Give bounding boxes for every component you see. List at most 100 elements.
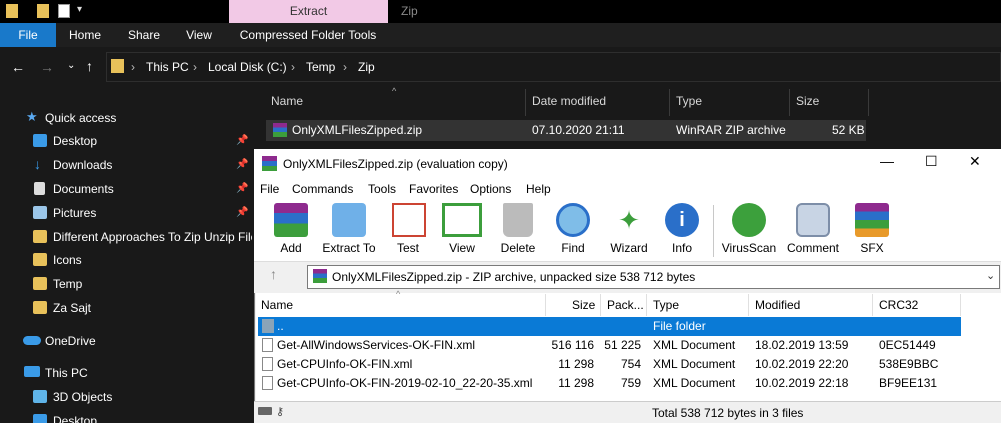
nav-item-downloads[interactable]: ↓ Downloads 📌 (0, 153, 252, 177)
tool-label: Find (561, 241, 585, 255)
row-type: XML Document (653, 376, 736, 390)
nav-item-pc-desktop[interactable]: Desktop (0, 409, 252, 423)
column-divider[interactable] (960, 294, 961, 316)
column-divider[interactable] (525, 89, 526, 116)
nav-item-temp[interactable]: Temp (0, 272, 252, 296)
column-header-packed[interactable]: Pack... (607, 298, 644, 312)
properties-icon[interactable] (58, 4, 70, 18)
column-divider[interactable] (868, 89, 869, 116)
tool-virusscan[interactable]: VirusScan (719, 203, 779, 259)
folder-icon[interactable] (6, 4, 18, 18)
info-icon: i (665, 203, 699, 237)
folder-icon[interactable] (37, 4, 49, 18)
tab-file[interactable]: File (0, 23, 56, 47)
menu-tools[interactable]: Tools (368, 182, 396, 196)
breadcrumb-separator: › (291, 60, 295, 74)
maximize-icon[interactable]: ☐ (925, 153, 938, 170)
column-divider[interactable] (748, 294, 749, 316)
tool-delete[interactable]: Delete (488, 203, 548, 259)
nav-item-documents[interactable]: Documents 📌 (0, 177, 252, 201)
minimize-icon[interactable]: — (880, 153, 894, 169)
column-header-crc32[interactable]: CRC32 (879, 298, 918, 312)
file-date: 07.10.2020 21:11 (532, 123, 625, 137)
nav-item-za-sajt[interactable]: Za Sajt (0, 296, 252, 320)
toolbar-separator (713, 205, 714, 257)
column-header-date[interactable]: Date modified (532, 94, 606, 108)
menu-favorites[interactable]: Favorites (409, 182, 458, 196)
file-name: OnlyXMLFilesZipped.zip (292, 123, 423, 137)
tab-home[interactable]: Home (62, 23, 108, 47)
menu-commands[interactable]: Commands (292, 182, 353, 196)
key-icon[interactable]: ⚷ (276, 405, 284, 418)
tab-share[interactable]: Share (120, 23, 168, 47)
column-divider[interactable] (789, 89, 790, 116)
column-header-name[interactable]: Name (261, 298, 293, 312)
breadcrumb-zip[interactable]: Zip (358, 60, 375, 74)
nav-item-icons[interactable]: Icons (0, 248, 252, 272)
qat-dropdown-icon[interactable]: ▾ (77, 4, 82, 15)
tool-find[interactable]: Find (543, 203, 603, 259)
nav-onedrive[interactable]: OneDrive (0, 329, 252, 353)
column-header-size[interactable]: Size (796, 94, 819, 108)
pin-icon[interactable]: 📌 (236, 183, 248, 194)
up-arrow-icon[interactable]: ↑ (86, 58, 93, 74)
tool-extract-to[interactable]: Extract To (319, 203, 379, 259)
forward-arrow-icon[interactable]: → (40, 59, 54, 75)
table-row-parent[interactable]: .. File folder (258, 317, 961, 336)
row-modified: 18.02.2019 13:59 (755, 338, 849, 352)
nav-label: 3D Objects (53, 390, 113, 404)
table-row[interactable]: Get-CPUInfo-OK-FIN-2019-02-10_22-20-35.x… (258, 374, 961, 393)
tool-view[interactable]: View (432, 203, 492, 259)
pin-icon[interactable]: 📌 (236, 135, 248, 146)
breadcrumb-temp[interactable]: Temp (306, 60, 335, 74)
column-header-size[interactable]: Size (572, 298, 595, 312)
up-arrow-icon[interactable]: ↑ (270, 266, 277, 282)
nav-label: Documents (53, 182, 114, 196)
column-header-name[interactable]: Name (271, 94, 303, 108)
sort-caret-icon: ^ (396, 289, 401, 299)
recent-chevron-icon[interactable]: ⌄ (67, 60, 75, 71)
breadcrumb-this-pc[interactable]: This PC (146, 60, 189, 74)
menu-file[interactable]: File (260, 182, 279, 196)
column-header-modified[interactable]: Modified (755, 298, 800, 312)
row-modified: 10.02.2019 22:20 (755, 357, 849, 371)
column-divider[interactable] (600, 294, 601, 316)
pin-icon[interactable]: 📌 (236, 159, 248, 170)
tab-view[interactable]: View (176, 23, 222, 47)
row-packed: 51 225 (604, 338, 641, 352)
nav-item-different-approaches[interactable]: Different Approaches To Zip Unzip File (0, 225, 252, 249)
table-row[interactable]: Get-CPUInfo-OK-FIN.xml 11 298 754 XML Do… (258, 355, 961, 374)
nav-item-3d-objects[interactable]: 3D Objects (0, 385, 252, 409)
menu-options[interactable]: Options (470, 182, 511, 196)
tool-comment[interactable]: Comment (783, 203, 843, 259)
column-header-type[interactable]: Type (653, 298, 679, 312)
row-size: 11 298 (558, 376, 594, 390)
xml-file-icon (262, 376, 273, 390)
nav-quick-access[interactable]: ★ Quick access (0, 106, 252, 130)
tool-sfx[interactable]: SFX (842, 203, 902, 259)
tool-test[interactable]: Test (378, 203, 438, 259)
close-icon[interactable]: ✕ (969, 153, 981, 170)
tab-compressed-folder-tools[interactable]: Compressed Folder Tools (234, 23, 382, 47)
breadcrumb-local-disk[interactable]: Local Disk (C:) (208, 60, 287, 74)
column-divider[interactable] (545, 294, 546, 316)
tool-wizard[interactable]: ✦ Wizard (599, 203, 659, 259)
row-name: .. (277, 319, 284, 333)
column-header-type[interactable]: Type (676, 94, 702, 108)
chevron-down-icon[interactable]: ⌄ (986, 269, 995, 282)
magnifier-icon (556, 203, 590, 237)
nav-this-pc[interactable]: This PC (0, 361, 252, 385)
tool-info[interactable]: i Info (652, 203, 712, 259)
table-row[interactable]: Get-AllWindowsServices-OK-FIN.xml 516 11… (258, 336, 961, 355)
context-tab-extract[interactable]: Extract (229, 0, 388, 23)
nav-item-pictures[interactable]: Pictures 📌 (0, 201, 252, 225)
tool-add[interactable]: Add (261, 203, 321, 259)
drive-icon[interactable] (258, 407, 272, 415)
column-divider[interactable] (646, 294, 647, 316)
back-arrow-icon[interactable]: ← (11, 59, 25, 75)
column-divider[interactable] (872, 294, 873, 316)
menu-help[interactable]: Help (526, 182, 551, 196)
pin-icon[interactable]: 📌 (236, 207, 248, 218)
column-divider[interactable] (669, 89, 670, 116)
nav-item-desktop[interactable]: Desktop 📌 (0, 129, 252, 153)
